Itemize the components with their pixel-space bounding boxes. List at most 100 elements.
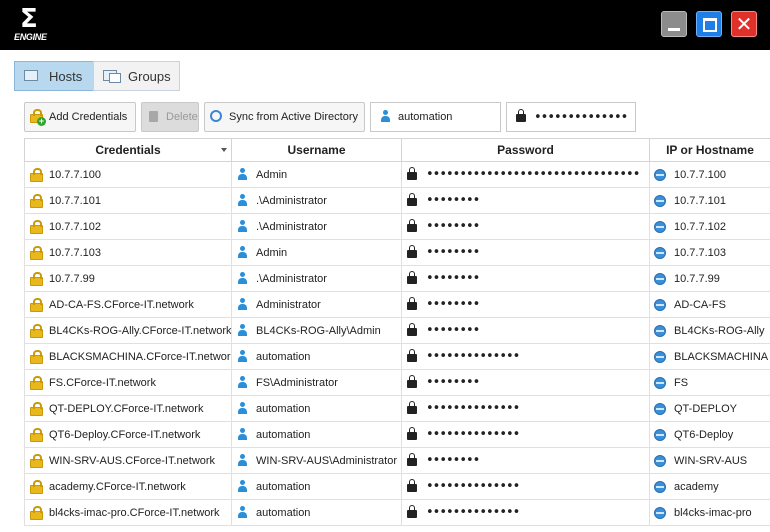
cell-username[interactable]: FS\Administrator: [231, 369, 402, 396]
cell-password[interactable]: ••••••••: [401, 187, 650, 214]
maximize-button[interactable]: [696, 11, 722, 37]
cell-username[interactable]: .\Administrator: [231, 213, 402, 240]
table-row[interactable]: academy.CForce-IT.network automation •••••…: [24, 473, 770, 500]
table-row[interactable]: bl4cks-imac-pro.CForce-IT.network automat…: [24, 499, 770, 526]
cell-ip-or-hostname[interactable]: FS: [649, 369, 770, 396]
lock-add-icon: +: [29, 109, 46, 126]
padlock-icon: [406, 244, 420, 260]
globe-icon: [654, 324, 668, 338]
cell-credential-name[interactable]: QT6-Deploy.CForce-IT.network: [24, 421, 232, 448]
cell-credential-name[interactable]: WIN-SRV-AUS.CForce-IT.network: [24, 447, 232, 474]
cell-credential-name[interactable]: bl4cks-imac-pro.CForce-IT.network: [24, 499, 232, 526]
cell-password[interactable]: ••••••••: [401, 291, 650, 318]
cell-username[interactable]: WIN-SRV-AUS\Administrator: [231, 447, 402, 474]
cell-credential-name[interactable]: FS.CForce-IT.network: [24, 369, 232, 396]
cell-password[interactable]: ••••••••••••••: [401, 421, 650, 448]
tab-hosts[interactable]: Hosts: [14, 61, 94, 91]
close-button[interactable]: ✕: [731, 11, 757, 37]
table-row[interactable]: AD-CA-FS.CForce-IT.network Administrator •…: [24, 291, 770, 318]
column-header-username[interactable]: Username: [231, 138, 402, 162]
cell-ip-or-hostname[interactable]: 10.7.7.101: [649, 187, 770, 214]
password-text: ••••••••: [426, 193, 480, 208]
add-credentials-button[interactable]: + Add Credentials: [24, 102, 136, 132]
lock-icon: [29, 375, 43, 390]
cell-credential-name[interactable]: QT-DEPLOY.CForce-IT.network: [24, 395, 232, 422]
table-row[interactable]: QT-DEPLOY.CForce-IT.network automation •••…: [24, 395, 770, 422]
minimize-button[interactable]: [661, 11, 687, 37]
cell-username[interactable]: automation: [231, 499, 402, 526]
cell-credential-name[interactable]: 10.7.7.99: [24, 265, 232, 292]
cell-password[interactable]: ••••••••: [401, 369, 650, 396]
password-text: ••••••••: [426, 245, 480, 260]
table-row[interactable]: BLACKSMACHINA.CForce-IT.network automatio…: [24, 343, 770, 370]
cell-username[interactable]: Admin: [231, 161, 402, 188]
column-header-ip-or-hostname[interactable]: IP or Hostname: [649, 138, 770, 162]
cell-ip-or-hostname[interactable]: 10.7.7.103: [649, 239, 770, 266]
cell-username[interactable]: Administrator: [231, 291, 402, 318]
cell-ip-or-hostname[interactable]: BLACKSMACHINA: [649, 343, 770, 370]
cell-ip-or-hostname[interactable]: 10.7.7.99: [649, 265, 770, 292]
cell-password[interactable]: ••••••••: [401, 239, 650, 266]
globe-icon: [654, 480, 668, 494]
column-header-credentials[interactable]: Credentials: [24, 138, 232, 162]
cell-ip-or-hostname[interactable]: 10.7.7.102: [649, 213, 770, 240]
cell-credential-name[interactable]: BLACKSMACHINA.CForce-IT.network: [24, 343, 232, 370]
password-field[interactable]: ••••••••••••••: [506, 102, 636, 132]
cell-credential-name[interactable]: 10.7.7.102: [24, 213, 232, 240]
cell-ip-or-hostname[interactable]: BL4CKs-ROG-Ally: [649, 317, 770, 344]
sync-active-directory-button[interactable]: Sync from Active Directory: [204, 102, 365, 132]
cell-credential-name[interactable]: 10.7.7.103: [24, 239, 232, 266]
cell-password[interactable]: ••••••••: [401, 213, 650, 240]
cell-username[interactable]: automation: [231, 473, 402, 500]
table-row[interactable]: QT6-Deploy.CForce-IT.network automation ••…: [24, 421, 770, 448]
cell-password[interactable]: ••••••••••••••: [401, 499, 650, 526]
table-row[interactable]: 10.7.7.103 Admin •••••••• 10.7.7.103: [24, 239, 770, 266]
cell-password[interactable]: ••••••••••••••: [401, 343, 650, 370]
cell-credential-name[interactable]: 10.7.7.100: [24, 161, 232, 188]
ip-or-hostname-text: FS: [674, 376, 689, 389]
cell-username[interactable]: .\Administrator: [231, 187, 402, 214]
cell-password[interactable]: ••••••••: [401, 317, 650, 344]
table-row[interactable]: BL4CKs-ROG-Ally.CForce-IT.network BL4CKs-…: [24, 317, 770, 344]
tab-groups[interactable]: Groups: [93, 61, 180, 91]
cell-username[interactable]: automation: [231, 421, 402, 448]
padlock-icon: [406, 478, 420, 494]
cell-password[interactable]: ••••••••: [401, 447, 650, 474]
table-row[interactable]: 10.7.7.102 .\Administrator •••••••• 10.7.7.…: [24, 213, 770, 240]
table-row[interactable]: 10.7.7.101 .\Administrator •••••••• 10.7.7.…: [24, 187, 770, 214]
username-text: .\Administrator: [256, 272, 327, 285]
cell-password[interactable]: ••••••••: [401, 265, 650, 292]
cell-credential-name[interactable]: BL4CKs-ROG-Ally.CForce-IT.network: [24, 317, 232, 344]
cell-password[interactable]: ••••••••••••••: [401, 473, 650, 500]
user-icon: [236, 219, 250, 234]
password-text: ••••••••••••••••••••••••••••••••: [426, 167, 640, 182]
username-text: .\Administrator: [256, 194, 327, 207]
cell-username[interactable]: automation: [231, 395, 402, 422]
cell-credential-name[interactable]: academy.CForce-IT.network: [24, 473, 232, 500]
cell-ip-or-hostname[interactable]: QT-DEPLOY: [649, 395, 770, 422]
cell-credential-name[interactable]: AD-CA-FS.CForce-IT.network: [24, 291, 232, 318]
delete-button[interactable]: Delete: [141, 102, 199, 132]
table-row[interactable]: 10.7.7.99 .\Administrator •••••••• 10.7.7.9…: [24, 265, 770, 292]
cell-ip-or-hostname[interactable]: AD-CA-FS: [649, 291, 770, 318]
password-text: ••••••••: [426, 219, 480, 234]
cell-ip-or-hostname[interactable]: academy: [649, 473, 770, 500]
username-field[interactable]: automation: [370, 102, 501, 132]
cell-ip-or-hostname[interactable]: WIN-SRV-AUS: [649, 447, 770, 474]
cell-username[interactable]: .\Administrator: [231, 265, 402, 292]
user-icon: [236, 427, 250, 442]
cell-password[interactable]: ••••••••••••••••••••••••••••••••: [401, 161, 650, 188]
sort-arrow-icon: [221, 148, 227, 152]
cell-ip-or-hostname[interactable]: 10.7.7.100: [649, 161, 770, 188]
column-header-password[interactable]: Password: [401, 138, 650, 162]
cell-ip-or-hostname[interactable]: bl4cks-imac-pro: [649, 499, 770, 526]
cell-username[interactable]: Admin: [231, 239, 402, 266]
cell-password[interactable]: ••••••••••••••: [401, 395, 650, 422]
cell-username[interactable]: automation: [231, 343, 402, 370]
table-row[interactable]: WIN-SRV-AUS.CForce-IT.network WIN-SRV-AUS…: [24, 447, 770, 474]
cell-username[interactable]: BL4CKs-ROG-Ally\Admin: [231, 317, 402, 344]
cell-credential-name[interactable]: 10.7.7.101: [24, 187, 232, 214]
table-row[interactable]: FS.CForce-IT.network FS\Administrator ••••…: [24, 369, 770, 396]
cell-ip-or-hostname[interactable]: QT6-Deploy: [649, 421, 770, 448]
table-row[interactable]: 10.7.7.100 Admin •••••••••••••••••••••••••…: [24, 161, 770, 188]
